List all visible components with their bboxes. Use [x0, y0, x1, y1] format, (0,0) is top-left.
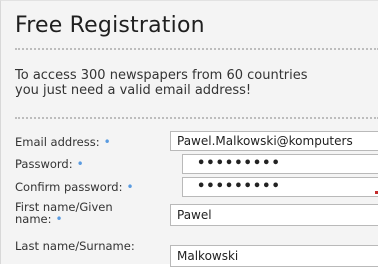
last-name-label: Last name/Surname: [15, 239, 135, 253]
email-field[interactable]: Pawel.Malkowski@komputers [170, 131, 378, 151]
page-title: Free Registration [15, 13, 205, 38]
first-name-field[interactable]: Pawel [170, 204, 378, 226]
confirm-password-field[interactable]: ••••••••• [182, 177, 378, 197]
title-divider [15, 48, 378, 50]
intro-line-2: you just need a valid email address! [15, 83, 252, 98]
password-field[interactable]: ••••••••• [182, 154, 378, 174]
first-name-label: First name/Given name: • [15, 200, 113, 226]
intro-divider [15, 117, 378, 119]
intro-line-1: To access 300 newspapers from 60 countri… [15, 68, 308, 83]
required-indicator: • [103, 135, 111, 149]
email-label: Email address: • [15, 135, 111, 149]
required-indicator: • [55, 212, 63, 226]
confirm-password-label: Confirm password: • [15, 180, 134, 194]
intro-text: To access 300 newspapers from 60 countri… [15, 68, 377, 98]
required-indicator: • [126, 180, 134, 194]
password-label: Password: • [15, 157, 84, 171]
registration-panel: Free Registration To access 300 newspape… [0, 0, 378, 267]
required-indicator: • [76, 157, 84, 171]
